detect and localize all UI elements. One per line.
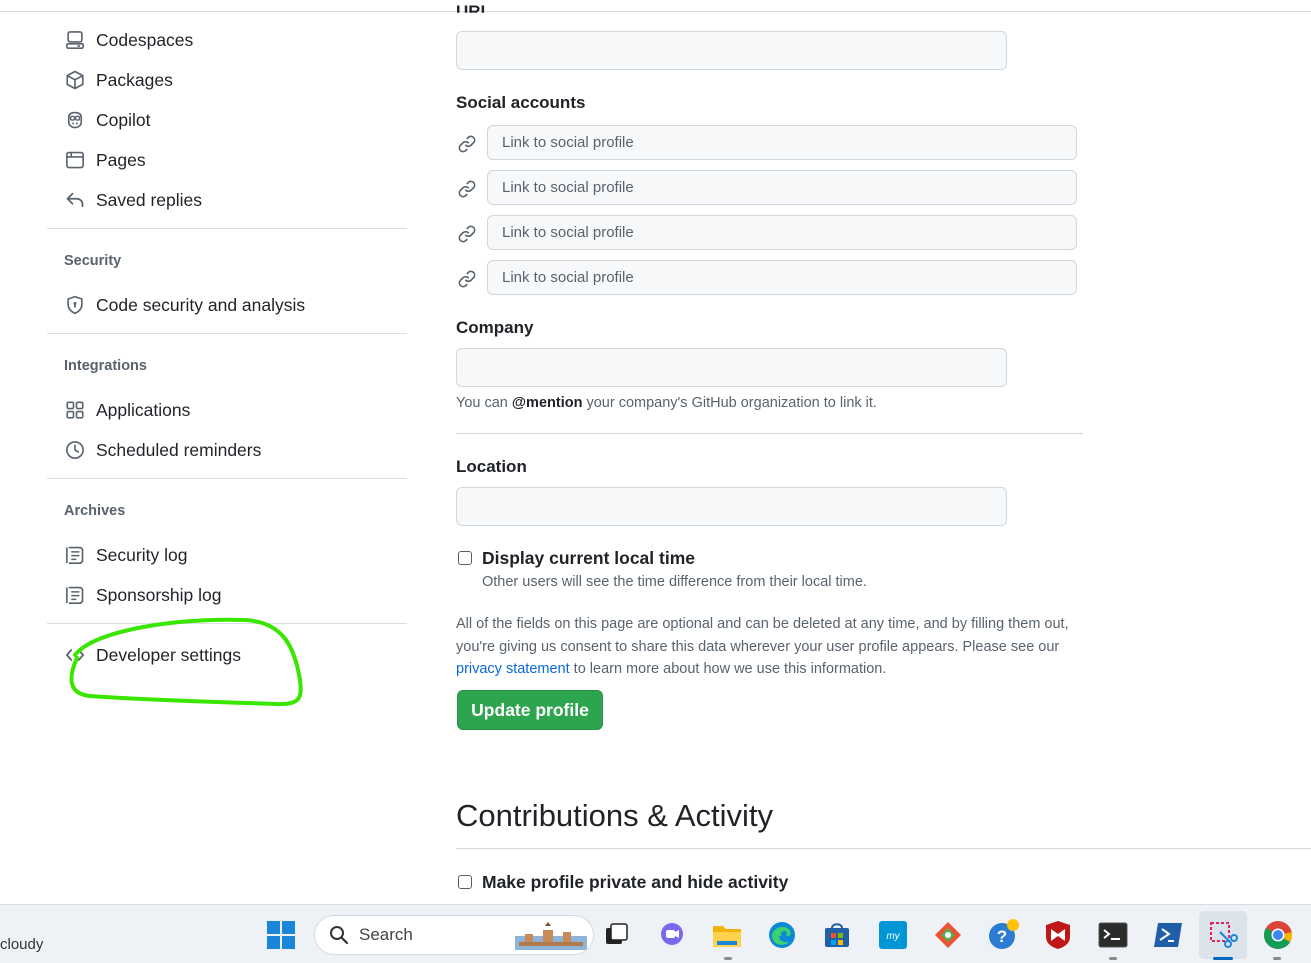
sidebar-item-label: Packages bbox=[96, 69, 173, 90]
location-label: Location bbox=[456, 457, 527, 476]
social-link-input-1[interactable] bbox=[487, 125, 1077, 160]
section-title-archives: Archives bbox=[64, 503, 126, 519]
sidebar-item-packages[interactable]: Packages bbox=[64, 64, 173, 96]
link-icon bbox=[458, 270, 476, 288]
sidebar-item-label: Applications bbox=[96, 399, 191, 420]
shield-icon bbox=[64, 294, 86, 316]
sidebar-item-label: Codespaces bbox=[96, 29, 194, 50]
sidebar-item-label: Security log bbox=[96, 544, 188, 565]
sidebar-item-label: Scheduled reminders bbox=[96, 439, 262, 460]
sidebar-item-label: Sponsorship log bbox=[96, 584, 222, 605]
section-title-integrations: Integrations bbox=[64, 358, 147, 374]
sidebar-item-scheduled-reminders[interactable]: Scheduled reminders bbox=[64, 434, 261, 466]
section-title-security: Security bbox=[64, 253, 122, 269]
link-icon bbox=[458, 135, 476, 153]
local-time-label: Display current local time bbox=[482, 548, 695, 568]
private-profile-checkbox[interactable] bbox=[458, 875, 472, 889]
location-input[interactable] bbox=[456, 487, 1007, 526]
git-icon[interactable] bbox=[932, 919, 964, 951]
local-time-checkbox[interactable] bbox=[458, 551, 472, 565]
url-label: URL bbox=[456, 2, 491, 21]
local-time-note: Other users will see the time difference… bbox=[482, 574, 867, 590]
url-input[interactable] bbox=[456, 31, 1007, 70]
section-divider bbox=[456, 848, 1311, 849]
company-note-suffix: your company's GitHub organization to li… bbox=[582, 395, 877, 411]
link-icon bbox=[458, 225, 476, 243]
package-icon bbox=[64, 69, 86, 91]
search-icon bbox=[330, 926, 349, 945]
running-indicator bbox=[724, 957, 732, 960]
start-icon[interactable] bbox=[265, 919, 297, 951]
myhp-icon[interactable]: my bbox=[877, 919, 909, 951]
chrome-icon[interactable] bbox=[1262, 919, 1294, 951]
sidebar-item-label: Pages bbox=[96, 149, 146, 170]
active-indicator bbox=[1213, 957, 1233, 960]
contributions-heading: Contributions & Activity bbox=[456, 798, 774, 833]
log-icon bbox=[64, 584, 86, 606]
file-explorer-icon[interactable] bbox=[711, 919, 743, 951]
svg-text:?: ? bbox=[997, 927, 1007, 946]
sidebar-item-label: Code security and analysis bbox=[96, 294, 306, 315]
sidebar-divider bbox=[47, 333, 407, 334]
terminal-icon[interactable] bbox=[1097, 919, 1129, 951]
search-label: Search bbox=[359, 925, 413, 944]
consent-text-part: All of the fields on this page are optio… bbox=[456, 616, 1069, 655]
sidebar-item-label: Copilot bbox=[96, 109, 151, 130]
company-note-prefix: You can bbox=[456, 395, 512, 411]
company-input[interactable] bbox=[456, 348, 1007, 387]
sidebar-divider bbox=[47, 228, 407, 229]
weather-widget[interactable]: cloudy bbox=[0, 936, 43, 953]
edge-icon[interactable] bbox=[766, 919, 798, 951]
sidebar-item-code-security[interactable]: Code security and analysis bbox=[64, 289, 305, 321]
update-profile-button[interactable]: Update profile bbox=[457, 690, 603, 730]
running-indicator bbox=[1109, 957, 1117, 960]
sidebar-item-applications[interactable]: Applications bbox=[64, 394, 190, 426]
company-note-mention: @mention bbox=[511, 395, 583, 411]
consent-text-part: to learn more about how we use this info… bbox=[569, 661, 887, 677]
form-divider bbox=[456, 433, 1083, 434]
consent-text: All of the fields on this page are optio… bbox=[456, 613, 1086, 681]
svg-text:my: my bbox=[886, 931, 900, 942]
page-top-border bbox=[0, 11, 1311, 12]
annotation-circle bbox=[69, 617, 303, 707]
log-icon bbox=[64, 544, 86, 566]
windows-taskbar: cloudy Search my ? bbox=[0, 904, 1311, 963]
sidebar-item-label: Saved replies bbox=[96, 189, 203, 210]
company-label: Company bbox=[456, 318, 534, 337]
link-icon bbox=[458, 180, 476, 198]
store-icon[interactable] bbox=[821, 919, 853, 951]
social-link-input-4[interactable] bbox=[487, 260, 1077, 295]
sidebar-item-saved-replies[interactable]: Saved replies bbox=[64, 184, 202, 216]
social-link-input-2[interactable] bbox=[487, 170, 1077, 205]
reply-icon bbox=[64, 189, 86, 211]
company-note: You can @mention your company's GitHub o… bbox=[456, 395, 877, 411]
help-icon[interactable]: ? bbox=[988, 919, 1020, 951]
sidebar-item-codespaces[interactable]: Codespaces bbox=[64, 24, 193, 56]
clock-icon bbox=[64, 439, 86, 461]
privacy-statement-link[interactable]: privacy statement bbox=[456, 661, 570, 677]
sidebar-divider bbox=[47, 478, 407, 479]
copilot-icon bbox=[64, 109, 86, 131]
search-highlight-image bbox=[515, 922, 587, 950]
sidebar-item-sponsorship-log[interactable]: Sponsorship log bbox=[64, 579, 222, 611]
sidebar-item-pages[interactable]: Pages bbox=[64, 144, 146, 176]
apps-icon bbox=[64, 399, 86, 421]
browser-icon bbox=[64, 149, 86, 171]
running-indicator bbox=[1273, 957, 1281, 960]
taskbar-search[interactable]: Search bbox=[314, 915, 594, 955]
social-accounts-label: Social accounts bbox=[456, 93, 586, 112]
powershell-icon[interactable] bbox=[1152, 919, 1184, 951]
social-link-input-3[interactable] bbox=[487, 215, 1077, 250]
sidebar-item-copilot[interactable]: Copilot bbox=[64, 104, 150, 136]
mcafee-icon[interactable] bbox=[1042, 919, 1074, 951]
task-view-icon[interactable] bbox=[600, 919, 632, 951]
codespaces-icon bbox=[64, 29, 86, 51]
chat-icon[interactable] bbox=[656, 919, 688, 951]
snipping-tool-icon[interactable] bbox=[1207, 919, 1239, 951]
private-profile-label: Make profile private and hide activity bbox=[482, 872, 789, 892]
sidebar-item-security-log[interactable]: Security log bbox=[64, 539, 187, 571]
